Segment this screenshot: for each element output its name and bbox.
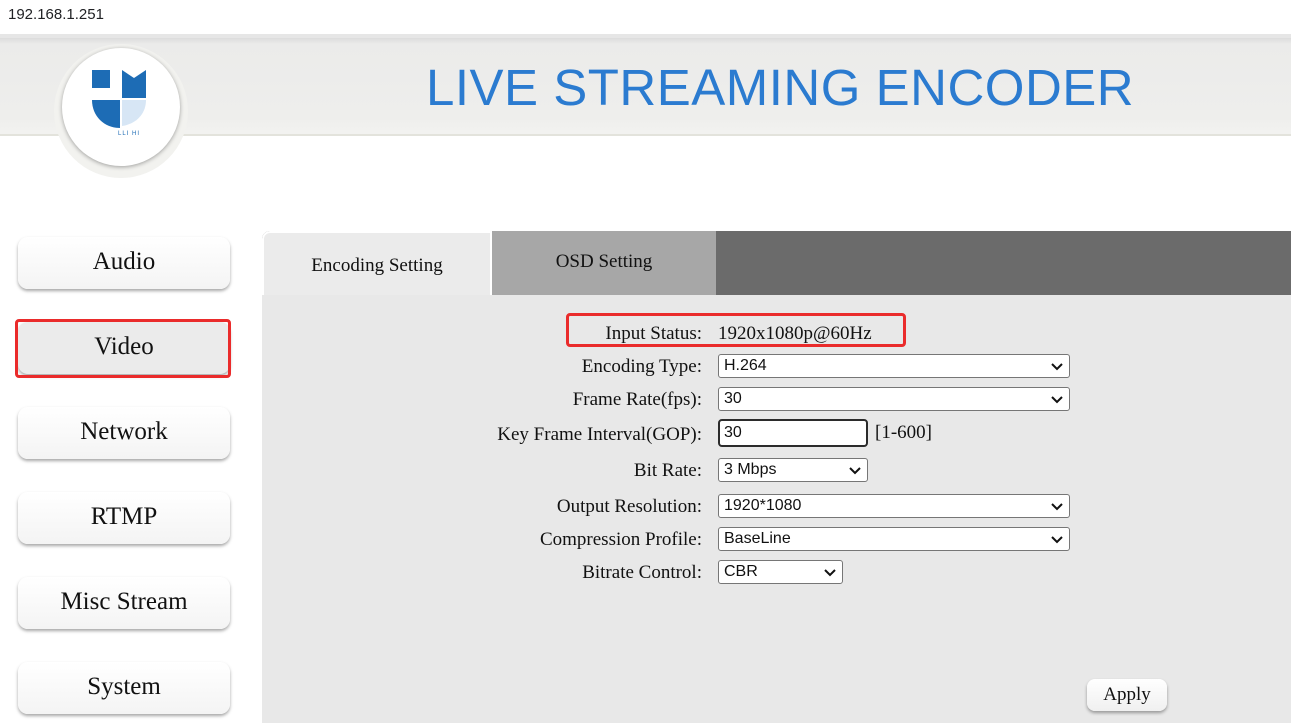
compression-profile-select[interactable]: BaseLine	[718, 527, 1070, 551]
address-text: 192.168.1.251	[8, 6, 104, 23]
bit-rate-label: Bit Rate:	[633, 460, 702, 481]
page-title: LIVE STREAMING ENCODER	[426, 59, 1135, 116]
sidebar-item-audio[interactable]: Audio	[18, 237, 230, 289]
logo-text: LLI HI	[118, 131, 141, 137]
chevron-down-icon	[1051, 363, 1063, 371]
sidebar-item-network[interactable]: Network	[18, 407, 230, 459]
bitrate-control-value: CBR	[724, 563, 758, 580]
bit-rate-select[interactable]: 3 Mbps	[718, 458, 868, 482]
chevron-down-icon	[1051, 536, 1063, 544]
gop-range-hint: [1-600]	[875, 422, 932, 443]
chevron-down-icon	[824, 569, 836, 577]
bit-rate-value: 3 Mbps	[724, 461, 777, 478]
address-bar[interactable]: 192.168.1.251	[0, 0, 1291, 34]
gop-label: Key Frame Interval(GOP):	[497, 424, 702, 445]
frame-rate-select[interactable]: 30	[718, 387, 1070, 411]
encoding-type-select[interactable]: H.264	[718, 354, 1070, 378]
output-resolution-value: 1920*1080	[724, 497, 802, 514]
bitrate-control-select[interactable]: CBR	[718, 560, 843, 584]
sidebar-item-misc-stream[interactable]: Misc Stream	[18, 577, 230, 629]
tab-osd-setting[interactable]: OSD Setting	[490, 231, 716, 295]
output-resolution-label: Output Resolution:	[556, 496, 702, 517]
chevron-down-icon	[849, 467, 861, 475]
tab-encoding-setting[interactable]: Encoding Setting	[262, 231, 490, 295]
video-highlight-box	[15, 319, 231, 378]
gop-value: 30	[724, 424, 742, 441]
logo-icon	[92, 70, 146, 128]
sidebar-item-system[interactable]: System	[18, 662, 230, 714]
compression-profile-label: Compression Profile:	[539, 529, 702, 550]
apply-button[interactable]: Apply	[1087, 679, 1167, 711]
input-status-highlight-box	[566, 313, 906, 347]
compression-profile-value: BaseLine	[724, 530, 791, 547]
gop-input[interactable]: 30	[718, 419, 868, 447]
encoding-type-value: H.264	[724, 357, 767, 374]
output-resolution-select[interactable]: 1920*1080	[718, 494, 1070, 518]
frame-rate-value: 30	[724, 390, 742, 407]
header-divider	[0, 134, 1291, 136]
sidebar-item-rtmp[interactable]: RTMP	[18, 492, 230, 544]
logo: LLI HI	[62, 48, 180, 166]
chevron-down-icon	[1051, 396, 1063, 404]
encoding-type-label: Encoding Type:	[581, 356, 702, 377]
chevron-down-icon	[1051, 503, 1063, 511]
frame-rate-label: Frame Rate(fps):	[572, 389, 702, 410]
bitrate-control-label: Bitrate Control:	[582, 562, 702, 583]
